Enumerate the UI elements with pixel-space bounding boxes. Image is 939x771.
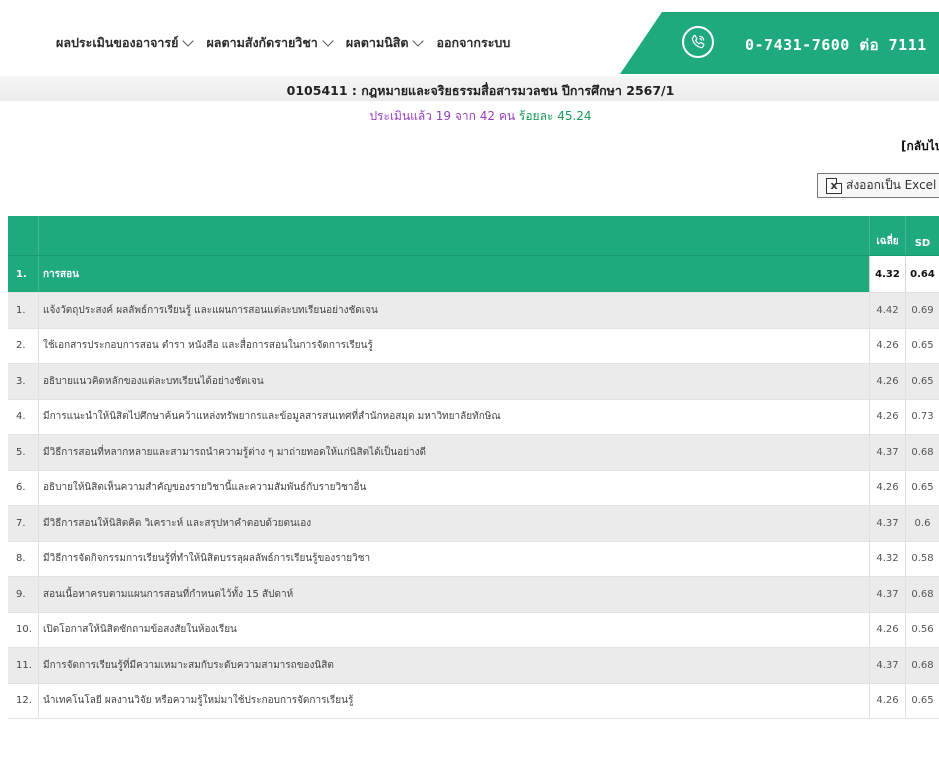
nav-menu: ผลประเมินของอาจารย์ ผลตามสังกัดรายวิชา ผ… xyxy=(56,33,524,53)
header-num xyxy=(8,216,38,255)
evaluation-percent: ร้อยละ 45.24 xyxy=(518,109,592,123)
table-header-row: เฉลี่ย SD xyxy=(8,216,939,256)
table-row: 7. มีวิธีการสอนให้นิสิตคิด วิเคราะห์ และส… xyxy=(8,506,939,542)
row-num: 8. xyxy=(16,553,26,565)
table-row: 1. แจ้งวัตถุประสงค์ ผลลัพธ์การเรียนรู้ แล… xyxy=(8,293,939,329)
export-excel-label: ส่งออกเป็น Excel xyxy=(846,178,937,192)
row-num: 7. xyxy=(16,517,26,529)
table-row: 4. มีการแนะนำให้นิสิตไปศึกษาค้นคว้าแหล่งท… xyxy=(8,399,939,435)
row-question: มีวิธีการจัดกิจกรรมการเรียนรู้ที่ทำให้นิ… xyxy=(38,541,869,576)
evaluation-table: เฉลี่ย SD 1. การสอน 4.32 0.64 1. แจ้งวัตถ… xyxy=(8,216,939,719)
header-mean: เฉลี่ย xyxy=(869,216,905,255)
row-num: 6. xyxy=(16,482,26,494)
row-mean: 4.37 xyxy=(869,506,905,541)
row-sd: 0.65 xyxy=(905,683,939,718)
row-sd: 0.56 xyxy=(905,612,939,647)
row-mean: 4.37 xyxy=(869,435,905,470)
nav-item-student-results[interactable]: ผลตามนิสิต xyxy=(345,33,425,53)
header-text xyxy=(38,216,869,255)
section-mean: 4.32 xyxy=(869,256,905,292)
row-mean: 4.32 xyxy=(869,541,905,576)
chevron-down-icon xyxy=(182,34,195,47)
evaluation-summary: ประเมินแล้ว 19 จาก 42 คน ร้อยละ 45.24 xyxy=(0,107,939,126)
nav-item-label: ออกจากระบบ xyxy=(436,35,511,50)
table-row: 12. นำเทคโนโลยี ผลงานวิจัย หรือความรู้ใหม… xyxy=(8,683,939,719)
row-mean: 4.37 xyxy=(869,577,905,612)
nav-item-label: ผลตามนิสิต xyxy=(345,35,409,50)
row-sd: 0.69 xyxy=(905,293,939,328)
course-title: 0105411 : กฎหมายและจริยธรรมสื่อสารมวลชน … xyxy=(0,81,939,101)
row-question: มีการจัดการเรียนรู้ที่มีความเหมาะสมกับระ… xyxy=(38,648,869,683)
row-question: มีการแนะนำให้นิสิตไปศึกษาค้นคว้าแหล่งทรั… xyxy=(38,399,869,434)
section-sd: 0.64 xyxy=(905,256,939,292)
chevron-down-icon xyxy=(412,34,425,47)
row-mean: 4.26 xyxy=(869,612,905,647)
nav-item-teacher-results[interactable]: ผลประเมินของอาจารย์ xyxy=(56,33,195,53)
table-row: 3. อธิบายแนวคิดหลักของแต่ละบทเรียนได้อย่า… xyxy=(8,364,939,400)
row-question: นำเทคโนโลยี ผลงานวิจัย หรือความรู้ใหม่มา… xyxy=(38,683,869,718)
top-strip xyxy=(0,0,939,12)
evaluation-summary-text: ประเมินแล้ว 19 จาก 42 คน ร้อยละ 45.24 xyxy=(369,109,591,123)
row-num: 2. xyxy=(16,340,26,352)
excel-icon: x xyxy=(826,177,842,194)
row-question: สอนเนื้อหาครบตามแผนการสอนที่กำหนดไว้ทั้ง… xyxy=(38,577,869,612)
row-num: 10. xyxy=(16,624,32,636)
table-row: 9. สอนเนื้อหาครบตามแผนการสอนที่กำหนดไว้ทั… xyxy=(8,577,939,613)
row-question: อธิบายให้นิสิตเห็นความสำคัญของรายวิชานี้… xyxy=(38,470,869,505)
nav-item-course-results[interactable]: ผลตามสังกัดรายวิชา xyxy=(206,33,334,53)
export-excel-button[interactable]: x ส่งออกเป็น Excel xyxy=(817,173,939,198)
row-num: 4. xyxy=(16,411,26,423)
row-sd: 0.68 xyxy=(905,577,939,612)
section-row: 1. การสอน 4.32 0.64 xyxy=(8,256,939,293)
chevron-down-icon xyxy=(322,34,334,47)
row-mean: 4.26 xyxy=(869,399,905,434)
row-mean: 4.42 xyxy=(869,293,905,328)
evaluation-count: ประเมินแล้ว 19 จาก 42 คน xyxy=(369,109,516,123)
row-sd: 0.65 xyxy=(905,328,939,363)
row-sd: 0.6 xyxy=(905,506,939,541)
phone-number: 0-7431-7600 ต่อ 7111 xyxy=(745,36,927,54)
nav-item-label: ผลตามสังกัดรายวิชา xyxy=(206,35,318,50)
row-question: เปิดโอกาสให้นิสิตซักถามข้อสงสัยในห้องเรี… xyxy=(38,612,869,647)
row-num: 5. xyxy=(16,446,26,458)
row-mean: 4.26 xyxy=(869,470,905,505)
nav-item-label: ผลประเมินของอาจารย์ xyxy=(56,35,179,50)
row-mean: 4.26 xyxy=(869,364,905,399)
row-num: 11. xyxy=(16,659,32,671)
row-question: มีวิธีการสอนให้นิสิตคิด วิเคราะห์ และสรุ… xyxy=(38,506,869,541)
course-title-text: 0105411 : กฎหมายและจริยธรรมสื่อสารมวลชน … xyxy=(286,83,675,98)
row-sd: 0.65 xyxy=(905,470,939,505)
row-sd: 0.68 xyxy=(905,435,939,470)
row-sd: 0.68 xyxy=(905,648,939,683)
row-question: มีวิธีการสอนที่หลากหลายและสามารถนำความรู… xyxy=(38,435,869,470)
row-mean: 4.37 xyxy=(869,648,905,683)
section-num: 1. xyxy=(16,268,27,280)
table-row: 2. ใช้เอกสารประกอบการสอน ตำรา หนังสือ และ… xyxy=(8,328,939,364)
row-sd: 0.58 xyxy=(905,541,939,576)
table-row: 8. มีวิธีการจัดกิจกรรมการเรียนรู้ที่ทำให้… xyxy=(8,541,939,577)
row-question: อธิบายแนวคิดหลักของแต่ละบทเรียนได้อย่างช… xyxy=(38,364,869,399)
back-link[interactable]: [กลับไป xyxy=(901,137,939,156)
row-mean: 4.26 xyxy=(869,328,905,363)
phone-icon xyxy=(682,26,714,58)
row-sd: 0.65 xyxy=(905,364,939,399)
section-title: การสอน xyxy=(38,256,869,292)
row-num: 9. xyxy=(16,588,26,600)
row-num: 12. xyxy=(16,695,32,707)
header-sd: SD xyxy=(905,216,939,255)
table-row: 11. มีการจัดการเรียนรู้ที่มีความเหมาะสมกั… xyxy=(8,648,939,684)
row-question: แจ้งวัตถุประสงค์ ผลลัพธ์การเรียนรู้ และแ… xyxy=(38,293,869,328)
table-body: 1. แจ้งวัตถุประสงค์ ผลลัพธ์การเรียนรู้ แล… xyxy=(8,293,939,719)
row-sd: 0.73 xyxy=(905,399,939,434)
row-num: 3. xyxy=(16,375,26,387)
table-row: 10. เปิดโอกาสให้นิสิตซักถามข้อสงสัยในห้อง… xyxy=(8,612,939,648)
row-mean: 4.26 xyxy=(869,683,905,718)
row-num: 1. xyxy=(16,304,26,316)
table-row: 5. มีวิธีการสอนที่หลากหลายและสามารถนำความ… xyxy=(8,435,939,471)
nav-item-logout[interactable]: ออกจากระบบ xyxy=(436,33,510,53)
table-row: 6. อธิบายให้นิสิตเห็นความสำคัญของรายวิชาน… xyxy=(8,470,939,506)
row-question: ใช้เอกสารประกอบการสอน ตำรา หนังสือ และสื… xyxy=(38,328,869,363)
